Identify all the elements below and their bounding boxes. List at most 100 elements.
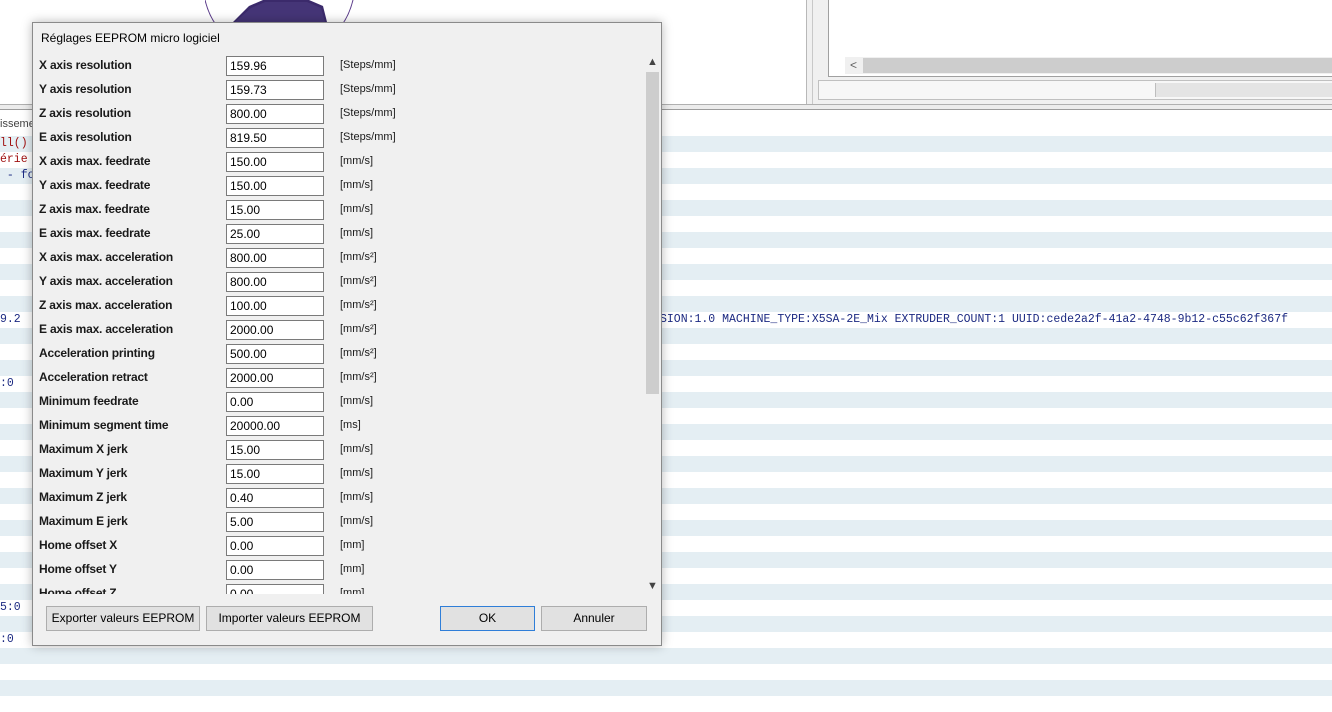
setting-value-input[interactable]: 2000.00 — [226, 320, 324, 340]
setting-label: Acceleration printing — [39, 346, 155, 360]
scrollbar-thumb[interactable] — [863, 58, 1332, 73]
log-line: érie — [0, 153, 28, 166]
setting-value-input[interactable]: 15.00 — [226, 440, 324, 460]
setting-row: Home offset Z 0.00 [mm] — [34, 582, 645, 594]
right-pane-toolbar — [818, 80, 1332, 100]
setting-label: Z axis max. acceleration — [39, 298, 173, 312]
setting-row: E axis resolution 819.50 [Steps/mm] — [34, 126, 645, 150]
setting-row: E axis max. feedrate 25.00 [mm/s] — [34, 222, 645, 246]
setting-value-input[interactable]: 150.00 — [226, 176, 324, 196]
export-eeprom-button[interactable]: Exporter valeurs EEPROM — [46, 606, 200, 631]
setting-row: Z axis max. feedrate 15.00 [mm/s] — [34, 198, 645, 222]
setting-row: Y axis max. feedrate 150.00 [mm/s] — [34, 174, 645, 198]
setting-row: Home offset Y 0.00 [mm] — [34, 558, 645, 582]
setting-value-input[interactable]: 5.00 — [226, 512, 324, 532]
setting-unit: [mm/s] — [340, 491, 373, 503]
setting-unit: [mm] — [340, 563, 365, 575]
setting-value-input[interactable]: 819.50 — [226, 128, 324, 148]
setting-unit: [mm/s] — [340, 227, 373, 239]
scrollbar-thumb[interactable] — [646, 72, 659, 394]
setting-row: Z axis resolution 800.00 [Steps/mm] — [34, 102, 645, 126]
setting-value-input[interactable]: 100.00 — [226, 296, 324, 316]
setting-label: X axis max. acceleration — [39, 250, 173, 264]
setting-value-input[interactable]: 0.00 — [226, 560, 324, 580]
setting-value-input[interactable]: 159.96 — [226, 56, 324, 76]
setting-unit: [mm/s²] — [340, 251, 377, 263]
setting-value-input[interactable]: 800.00 — [226, 104, 324, 124]
setting-value-input[interactable]: 0.40 — [226, 488, 324, 508]
setting-unit: [mm/s] — [340, 179, 373, 191]
setting-row: Maximum E jerk 5.00 [mm/s] — [34, 510, 645, 534]
setting-unit: [Steps/mm] — [340, 107, 396, 119]
toolbar-block — [1155, 83, 1332, 97]
setting-row: X axis max. feedrate 150.00 [mm/s] — [34, 150, 645, 174]
setting-label: Y axis resolution — [39, 82, 132, 96]
setting-value-input[interactable]: 20000.00 — [226, 416, 324, 436]
ok-button[interactable]: OK — [440, 606, 535, 631]
setting-value-input[interactable]: 159.73 — [226, 80, 324, 100]
log-line: 9.2 — [0, 313, 21, 326]
setting-label: Acceleration retract — [39, 370, 148, 384]
setting-label: Z axis max. feedrate — [39, 202, 150, 216]
setting-unit: [Steps/mm] — [340, 59, 396, 71]
setting-row: Minimum segment time 20000.00 [ms] — [34, 414, 645, 438]
setting-label: Home offset Y — [39, 562, 117, 576]
setting-unit: [mm/s²] — [340, 347, 377, 359]
setting-value-input[interactable]: 0.00 — [226, 536, 324, 556]
setting-label: Y axis max. feedrate — [39, 178, 151, 192]
setting-row: Maximum X jerk 15.00 [mm/s] — [34, 438, 645, 462]
setting-unit: [mm/s²] — [340, 275, 377, 287]
log-line: SION:1.0 MACHINE_TYPE:X5SA-2E_Mix EXTRUD… — [660, 313, 1289, 326]
setting-label: Maximum X jerk — [39, 442, 128, 456]
setting-label: Y axis max. acceleration — [39, 274, 173, 288]
setting-value-input[interactable]: 500.00 — [226, 344, 324, 364]
setting-unit: [mm] — [340, 539, 365, 551]
log-row-stripe — [0, 664, 1332, 680]
setting-unit: [mm/s²] — [340, 371, 377, 383]
dialog-title: Réglages EEPROM micro logiciel — [41, 31, 220, 45]
setting-unit: [mm/s²] — [340, 323, 377, 335]
setting-row: Y axis resolution 159.73 [Steps/mm] — [34, 78, 645, 102]
setting-unit: [mm/s²] — [340, 299, 377, 311]
setting-value-input[interactable]: 800.00 — [226, 248, 324, 268]
setting-value-input[interactable]: 0.00 — [226, 392, 324, 412]
cancel-button[interactable]: Annuler — [541, 606, 647, 631]
setting-row: Y axis max. acceleration 800.00 [mm/s²] — [34, 270, 645, 294]
setting-value-input[interactable]: 0.00 — [226, 584, 324, 594]
log-line: 5:0 — [0, 601, 21, 614]
settings-list[interactable]: X axis resolution 159.96 [Steps/mm] Y axis … — [34, 54, 645, 594]
setting-label: Minimum feedrate — [39, 394, 139, 408]
setting-value-input[interactable]: 2000.00 — [226, 368, 324, 388]
setting-row: E axis max. acceleration 2000.00 [mm/s²] — [34, 318, 645, 342]
log-row-stripe — [0, 696, 1332, 712]
setting-label: E axis max. feedrate — [39, 226, 151, 240]
setting-value-input[interactable]: 15.00 — [226, 200, 324, 220]
scroll-up-icon[interactable]: ▲ — [645, 54, 660, 70]
right-pane: < — [812, 0, 1332, 104]
setting-unit: [ms] — [340, 419, 361, 431]
setting-value-input[interactable]: 15.00 — [226, 464, 324, 484]
eeprom-settings-dialog: Réglages EEPROM micro logiciel X axis re… — [32, 22, 662, 646]
setting-value-input[interactable]: 25.00 — [226, 224, 324, 244]
horizontal-scrollbar[interactable]: < — [845, 57, 1332, 74]
vertical-scrollbar[interactable]: ▲ ▼ — [645, 54, 660, 594]
setting-value-input[interactable]: 150.00 — [226, 152, 324, 172]
setting-row: Acceleration printing 500.00 [mm/s²] — [34, 342, 645, 366]
setting-value-input[interactable]: 800.00 — [226, 272, 324, 292]
log-row-stripe — [0, 680, 1332, 696]
setting-label: Maximum Z jerk — [39, 490, 127, 504]
setting-label: Maximum Y jerk — [39, 466, 128, 480]
setting-row: X axis max. acceleration 800.00 [mm/s²] — [34, 246, 645, 270]
setting-unit: [mm/s] — [340, 443, 373, 455]
setting-label: Minimum segment time — [39, 418, 169, 432]
import-eeprom-button[interactable]: Importer valeurs EEPROM — [206, 606, 373, 631]
log-line: :0 — [0, 377, 14, 390]
scroll-left-icon[interactable]: < — [845, 57, 862, 74]
setting-unit: [mm/s] — [340, 155, 373, 167]
log-line: :0 — [0, 633, 14, 646]
right-pane-view: < — [828, 0, 1332, 77]
setting-row: Acceleration retract 2000.00 [mm/s²] — [34, 366, 645, 390]
log-line: - fo — [0, 169, 35, 182]
scroll-down-icon[interactable]: ▼ — [645, 578, 660, 594]
setting-unit: [mm/s] — [340, 515, 373, 527]
